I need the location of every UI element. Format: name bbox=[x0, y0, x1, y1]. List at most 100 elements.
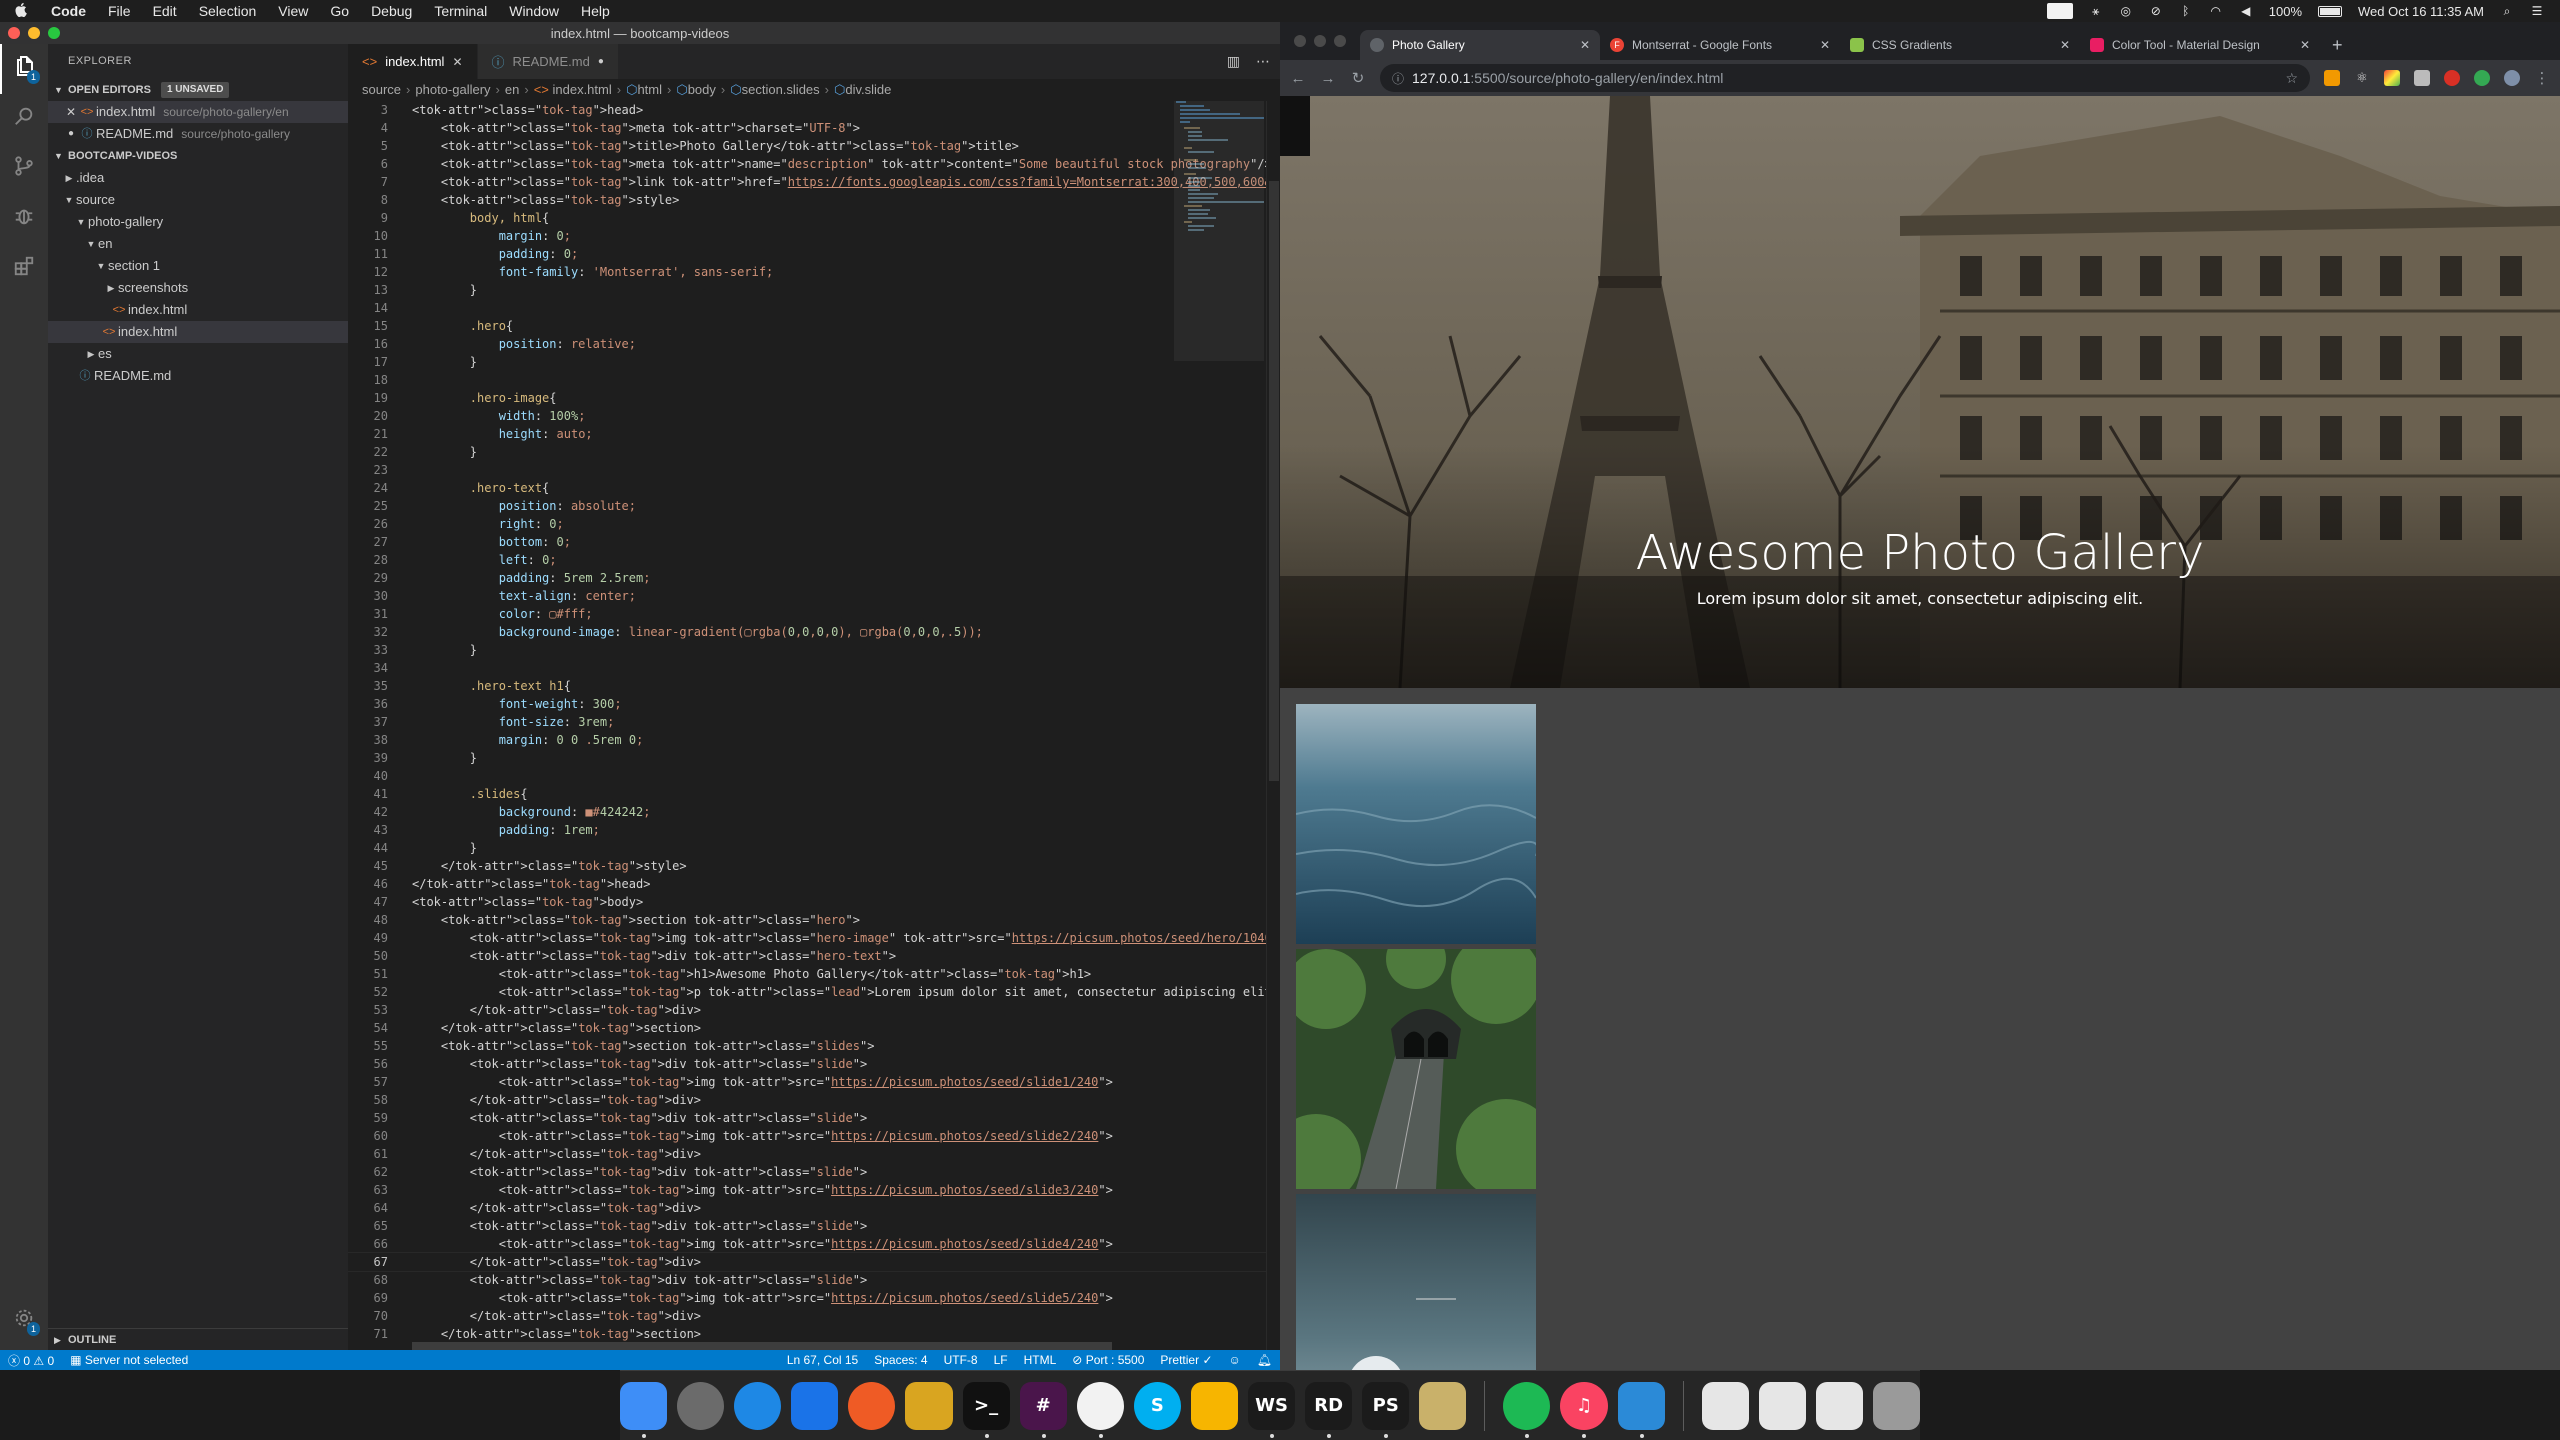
document-icon-2[interactable] bbox=[1758, 1381, 1806, 1430]
explorer-activity[interactable]: 1 bbox=[0, 44, 48, 94]
menu-window[interactable]: Window bbox=[498, 3, 570, 19]
code-line[interactable]: 33 } bbox=[348, 641, 1280, 659]
code-line[interactable]: 12 font-family: 'Montserrat', sans-serif… bbox=[348, 263, 1280, 281]
spotlight-icon[interactable]: ⌕ bbox=[2500, 4, 2514, 18]
code-line[interactable]: 8 <tok-attr">class="tok-tag">style> bbox=[348, 191, 1280, 209]
document-icon[interactable] bbox=[1701, 1381, 1749, 1430]
tree-folder[interactable]: ▶ screenshots bbox=[48, 277, 348, 299]
wifi-icon[interactable]: ◠ bbox=[2209, 4, 2223, 18]
open-editor-item[interactable]: ✕ <> index.html source/photo-gallery/en bbox=[48, 101, 348, 123]
browser-tab-color-tool[interactable]: Color Tool - Material Design ✕ bbox=[2080, 30, 2320, 60]
code-line[interactable]: 14 bbox=[348, 299, 1280, 317]
close-window-button[interactable] bbox=[8, 27, 20, 39]
sequel-icon[interactable] bbox=[905, 1381, 953, 1430]
music-icon[interactable]: ♫ bbox=[1560, 1381, 1608, 1438]
code-line[interactable]: 16 position: relative; bbox=[348, 335, 1280, 353]
rider-icon[interactable]: RD bbox=[1305, 1381, 1353, 1438]
star-icon[interactable]: ☆ bbox=[2285, 70, 2298, 87]
code-line[interactable]: 7 <tok-attr">class="tok-tag">link tok-at… bbox=[348, 173, 1280, 191]
spotify-icon[interactable] bbox=[1503, 1381, 1551, 1438]
code-line[interactable]: 29 padding: 5rem 2.5rem; bbox=[348, 569, 1280, 587]
zoom-window-button[interactable] bbox=[48, 27, 60, 39]
code-line[interactable]: 43 padding: 1rem; bbox=[348, 821, 1280, 839]
close-icon[interactable]: ✕ bbox=[452, 55, 462, 69]
split-editor-icon[interactable]: ▥ bbox=[1227, 53, 1240, 70]
code-line[interactable]: 68 <tok-attr">class="tok-tag">div tok-at… bbox=[348, 1271, 1280, 1289]
webstorm-icon[interactable]: WS bbox=[1248, 1381, 1296, 1438]
browser-tab-photo-gallery[interactable]: Photo Gallery ✕ bbox=[1360, 30, 1600, 60]
tree-folder[interactable]: ▼ source bbox=[48, 189, 348, 211]
close-icon[interactable]: ✕ bbox=[64, 101, 78, 123]
close-window-button[interactable] bbox=[1294, 35, 1306, 47]
chrome-icon[interactable] bbox=[1076, 1381, 1124, 1438]
extension-chrome-icon[interactable] bbox=[2474, 70, 2490, 86]
outline-header[interactable]: ▶ OUTLINE bbox=[48, 1328, 348, 1350]
code-line[interactable]: 56 <tok-attr">class="tok-tag">div tok-at… bbox=[348, 1055, 1280, 1073]
code-line[interactable]: 61 </tok-attr">class="tok-tag">div> bbox=[348, 1145, 1280, 1163]
extension-react-icon[interactable]: ⚛ bbox=[2354, 70, 2370, 86]
menu-file[interactable]: File bbox=[97, 3, 142, 19]
code-line[interactable]: 67 </tok-attr">class="tok-tag">div> bbox=[348, 1252, 1280, 1272]
search-activity[interactable] bbox=[0, 94, 48, 144]
bell-icon[interactable]: 🔔︎ bbox=[1249, 1353, 1280, 1367]
open-editor-item[interactable]: ● ⓘ README.md source/photo-gallery bbox=[48, 123, 348, 145]
breadcrumb-item[interactable]: source bbox=[362, 82, 401, 97]
breadcrumb-item[interactable]: photo-gallery bbox=[415, 82, 490, 97]
minimap[interactable] bbox=[1174, 101, 1264, 1350]
code-line[interactable]: 26 right: 0; bbox=[348, 515, 1280, 533]
code-line[interactable]: 59 <tok-attr">class="tok-tag">div tok-at… bbox=[348, 1109, 1280, 1127]
tab-index-html[interactable]: <> index.html ✕ bbox=[348, 44, 478, 79]
extensions-activity[interactable] bbox=[0, 244, 48, 294]
code-line[interactable]: 53 </tok-attr">class="tok-tag">div> bbox=[348, 1001, 1280, 1019]
menu-debug[interactable]: Debug bbox=[360, 3, 423, 19]
code-line[interactable]: 42 background: ■#424242; bbox=[348, 803, 1280, 821]
code-line[interactable]: 24 .hero-text{ bbox=[348, 479, 1280, 497]
code-line[interactable]: 46 </tok-attr">class="tok-tag">head> bbox=[348, 875, 1280, 893]
extension-colorzilla-icon[interactable] bbox=[2384, 70, 2400, 86]
code-line[interactable]: 35 .hero-text h1{ bbox=[348, 677, 1280, 695]
code-line[interactable]: 41 .slides{ bbox=[348, 785, 1280, 803]
close-icon[interactable]: ✕ bbox=[2300, 38, 2310, 52]
debug-activity[interactable] bbox=[0, 194, 48, 244]
cursor-position[interactable]: Ln 67, Col 15 bbox=[779, 1353, 866, 1367]
code-line[interactable]: 5 <tok-attr">class="tok-tag">title>Photo… bbox=[348, 137, 1280, 155]
finder-icon[interactable] bbox=[619, 1381, 668, 1438]
network-icon[interactable]: ⚹ bbox=[2089, 4, 2103, 18]
clock[interactable]: Wed Oct 16 11:35 AM bbox=[2358, 4, 2484, 19]
bluetooth-icon[interactable]: ᛒ bbox=[2179, 4, 2193, 18]
apple-menu-icon[interactable] bbox=[0, 2, 40, 21]
extension-orange-icon[interactable] bbox=[2324, 70, 2340, 86]
live-server-port[interactable]: ⊘ Port : 5500 bbox=[1064, 1353, 1152, 1367]
menu-help[interactable]: Help bbox=[570, 3, 621, 19]
code-line[interactable]: 34 bbox=[348, 659, 1280, 677]
code-line[interactable]: 47 <tok-attr">class="tok-tag">body> bbox=[348, 893, 1280, 911]
status-item-box[interactable] bbox=[2046, 3, 2073, 19]
code-line[interactable]: 52 <tok-attr">class="tok-tag">p tok-attr… bbox=[348, 983, 1280, 1001]
open-editors-header[interactable]: ▼ OPEN EDITORS 1 UNSAVED bbox=[48, 79, 348, 101]
code-line[interactable]: 30 text-align: center; bbox=[348, 587, 1280, 605]
browser-tab-montserrat[interactable]: F Montserrat - Google Fonts ✕ bbox=[1600, 30, 1840, 60]
code-line[interactable]: 38 margin: 0 0 .5rem 0; bbox=[348, 731, 1280, 749]
formatter[interactable]: Prettier ✓ bbox=[1152, 1353, 1220, 1367]
tree-file[interactable]: <> index.html bbox=[48, 299, 348, 321]
code-line[interactable]: 11 padding: 0; bbox=[348, 245, 1280, 263]
code-line[interactable]: 49 <tok-attr">class="tok-tag">img tok-at… bbox=[348, 929, 1280, 947]
code-line[interactable]: 57 <tok-attr">class="tok-tag">img tok-at… bbox=[348, 1073, 1280, 1091]
code-line[interactable]: 20 width: 100%; bbox=[348, 407, 1280, 425]
tree-file-selected[interactable]: <> index.html bbox=[48, 321, 348, 343]
code-line[interactable]: 62 <tok-attr">class="tok-tag">div tok-at… bbox=[348, 1163, 1280, 1181]
code-line[interactable]: 58 </tok-attr">class="tok-tag">div> bbox=[348, 1091, 1280, 1109]
menu-selection[interactable]: Selection bbox=[188, 3, 268, 19]
code-line[interactable]: 50 <tok-attr">class="tok-tag">div tok-at… bbox=[348, 947, 1280, 965]
unsaved-dot-icon[interactable]: ● bbox=[598, 56, 604, 67]
code-line[interactable]: 32 background-image: linear-gradient(▢rg… bbox=[348, 623, 1280, 641]
code-line[interactable]: 44 } bbox=[348, 839, 1280, 857]
breadcrumb-item[interactable]: div.slide bbox=[845, 82, 891, 97]
info-icon[interactable]: ⓘ bbox=[1392, 70, 1404, 87]
code-line[interactable]: 54 </tok-attr">class="tok-tag">section> bbox=[348, 1019, 1280, 1037]
code-line[interactable]: 36 font-weight: 300; bbox=[348, 695, 1280, 713]
skype-icon[interactable]: S bbox=[1133, 1381, 1181, 1430]
postman-icon[interactable] bbox=[848, 1381, 896, 1430]
trash-icon[interactable] bbox=[1872, 1381, 1921, 1430]
safari-icon[interactable] bbox=[734, 1381, 782, 1430]
